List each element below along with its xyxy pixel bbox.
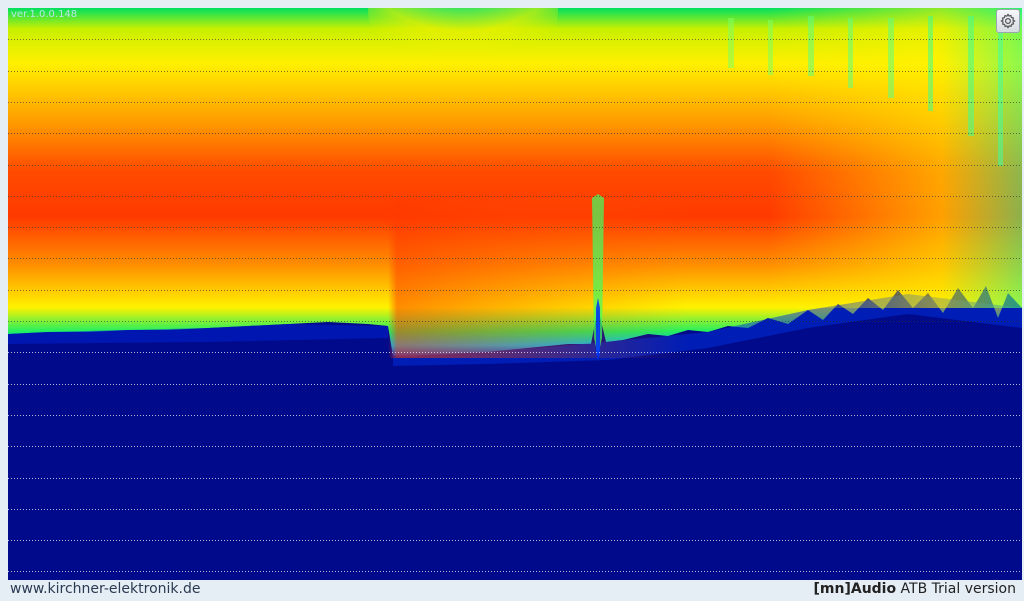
spectrogram-window: ver.1.0.0.148 www.kirchner-elektronik.de… xyxy=(0,0,1024,601)
gear-icon xyxy=(1000,13,1016,29)
website-link[interactable]: www.kirchner-elektronik.de xyxy=(10,581,200,597)
settings-button[interactable] xyxy=(996,9,1020,33)
brand-label: [mn]Audio ATB Trial version xyxy=(813,581,1016,597)
brand-audio: Audio xyxy=(850,581,897,597)
spectrogram-plot[interactable]: ver.1.0.0.148 xyxy=(8,8,1022,580)
spectrogram-canvas xyxy=(8,8,1022,580)
level-step-shade xyxy=(388,198,688,358)
brand-mn: mn xyxy=(819,581,845,597)
transient-spike-core xyxy=(596,298,600,360)
footer-bar: www.kirchner-elektronik.de [mn]Audio ATB… xyxy=(0,580,1024,601)
brand-product: ATB Trial version xyxy=(896,581,1016,597)
